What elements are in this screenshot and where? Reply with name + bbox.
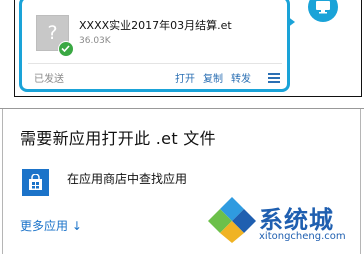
- watermark-url: xitongcheng.com: [259, 231, 346, 242]
- dialog-title: 需要新应用打开此 .et 文件: [20, 129, 216, 148]
- file-size: 36.03K: [79, 36, 111, 46]
- open-file-link[interactable]: 打开: [175, 74, 195, 85]
- sent-status: 已发送: [34, 74, 64, 85]
- store-option-label[interactable]: 在应用商店中查找应用: [67, 170, 187, 187]
- menu-icon[interactable]: [268, 73, 280, 83]
- store-bag-icon[interactable]: [22, 169, 49, 196]
- check-icon: [58, 41, 74, 57]
- chat-message-panel: ? XXXX实业2017年03月结算.et 36.03K 已发送 打开 复制 转发: [0, 0, 364, 103]
- more-apps-link[interactable]: 更多应用 ↓: [20, 217, 82, 234]
- card-pointer: [287, 16, 295, 28]
- forward-file-link[interactable]: 转发: [231, 74, 251, 85]
- file-message-card[interactable]: ? XXXX实业2017年03月结算.et 36.03K 已发送 打开 复制 转发: [19, 0, 290, 92]
- card-divider: [28, 63, 282, 64]
- copy-file-link[interactable]: 复制: [203, 74, 223, 85]
- file-name: XXXX实业2017年03月结算.et: [79, 19, 232, 32]
- watermark-logo-icon: [208, 197, 256, 243]
- file-actions: 打开 复制 转发: [175, 70, 259, 85]
- watermark-name: 系统城: [259, 206, 334, 234]
